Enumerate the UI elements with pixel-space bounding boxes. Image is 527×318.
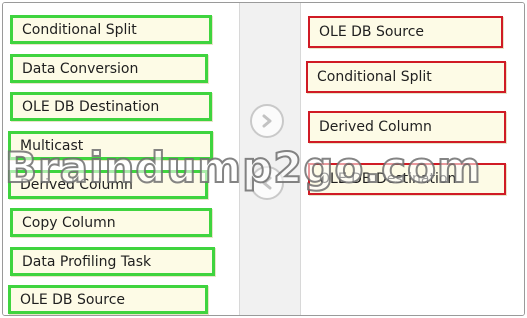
answer-item-conditional-split[interactable]: Conditional Split: [306, 61, 506, 93]
answer-item-derived-column[interactable]: Derived Column: [308, 111, 506, 143]
answer-list: OLE DB Source Conditional Split Derived …: [301, 3, 524, 315]
answer-item-ole-db-source[interactable]: OLE DB Source: [308, 16, 503, 48]
chevron-right-icon: [259, 113, 275, 129]
list-item-copy-column[interactable]: Copy Column: [10, 208, 212, 237]
list-item-multicast[interactable]: Multicast: [8, 131, 213, 160]
list-item-data-conversion[interactable]: Data Conversion: [10, 54, 208, 83]
drag-drop-answer-area: Conditional Split Data Conversion OLE DB…: [2, 2, 525, 316]
available-components-list: Conditional Split Data Conversion OLE DB…: [3, 3, 239, 315]
move-right-button[interactable]: [250, 104, 284, 138]
move-buttons-pane: [239, 3, 301, 315]
chevron-left-icon: [259, 175, 275, 191]
list-item-ole-db-source[interactable]: OLE DB Source: [8, 285, 208, 314]
list-item-ole-db-destination[interactable]: OLE DB Destination: [10, 92, 212, 121]
move-left-button[interactable]: [250, 166, 284, 200]
list-item-data-profiling-task[interactable]: Data Profiling Task: [10, 247, 215, 276]
answer-item-ole-db-destination[interactable]: OLE DB Destination: [308, 163, 506, 195]
list-item-derived-column[interactable]: Derived Column: [8, 170, 208, 199]
list-item-conditional-split[interactable]: Conditional Split: [10, 15, 212, 44]
